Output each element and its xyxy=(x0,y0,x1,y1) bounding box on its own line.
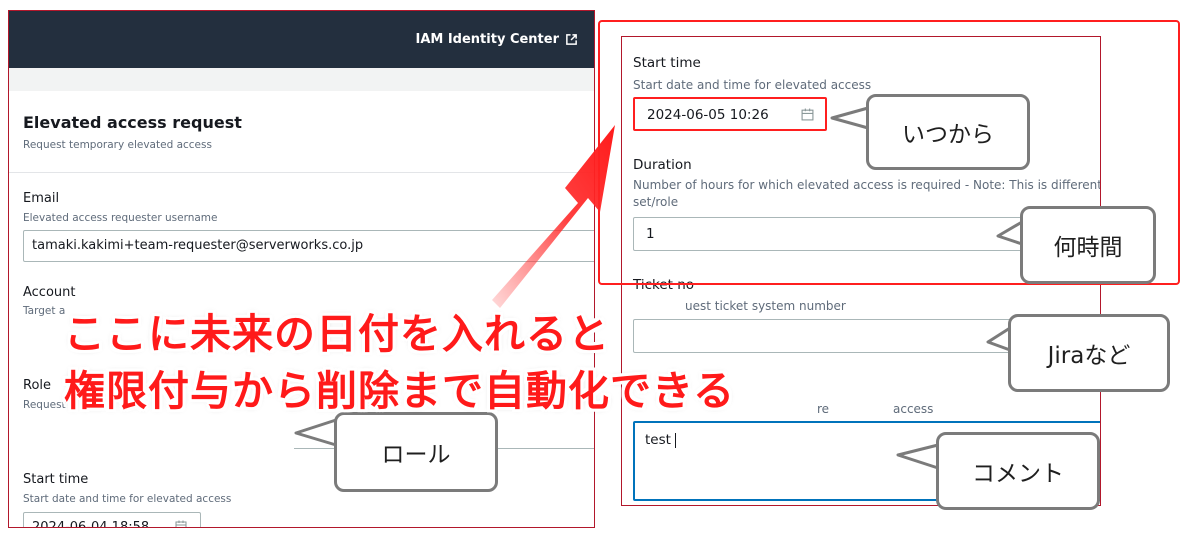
card-title: Elevated access request xyxy=(23,113,242,132)
top-navigation-bar: IAM Identity Center xyxy=(9,11,594,68)
text-cursor xyxy=(675,432,677,448)
email-label: Email xyxy=(23,191,60,206)
email-description: Elevated access requester username xyxy=(23,212,218,224)
justification-description-fragment: re xyxy=(817,402,830,416)
calendar-icon xyxy=(175,520,187,527)
callout-role: ロール xyxy=(334,412,498,492)
justification-description-end: access xyxy=(893,402,934,416)
role-description: Request xyxy=(23,399,66,411)
left-start-time-value: 2024-06-04 18:58 xyxy=(32,520,150,528)
left-start-time-description: Start date and time for elevated access xyxy=(23,493,232,505)
justification-value: test xyxy=(645,432,671,448)
iam-identity-center-link[interactable]: IAM Identity Center xyxy=(415,32,578,47)
account-label: Account xyxy=(23,285,76,300)
callout-how-long: 何時間 xyxy=(1020,206,1156,284)
email-field[interactable]: tamaki.kakimi+team-requester@serverworks… xyxy=(23,230,594,262)
role-label: Role xyxy=(23,378,52,393)
overlay-line-2: 権限付与から削除まで自動化できる xyxy=(64,367,736,415)
overlay-line-1: ここに未来の日付を入れると xyxy=(64,310,610,358)
callout-comment: コメント xyxy=(936,432,1100,510)
account-description: Target a xyxy=(23,305,66,317)
left-start-time-label: Start time xyxy=(23,472,89,487)
callout-jira: Jiraなど xyxy=(1008,314,1170,392)
card-divider xyxy=(9,172,594,173)
ticket-no-description: uest ticket system number xyxy=(685,299,846,313)
card-subtitle: Request temporary elevated access xyxy=(23,139,212,151)
external-link-icon xyxy=(566,34,577,45)
left-request-form: IAM Identity Center Elevated access requ… xyxy=(8,10,595,528)
iam-identity-center-label: IAM Identity Center xyxy=(415,32,559,47)
screenshot-stage: IAM Identity Center Elevated access requ… xyxy=(0,0,1200,537)
callout-from-when: いつから xyxy=(866,94,1030,170)
